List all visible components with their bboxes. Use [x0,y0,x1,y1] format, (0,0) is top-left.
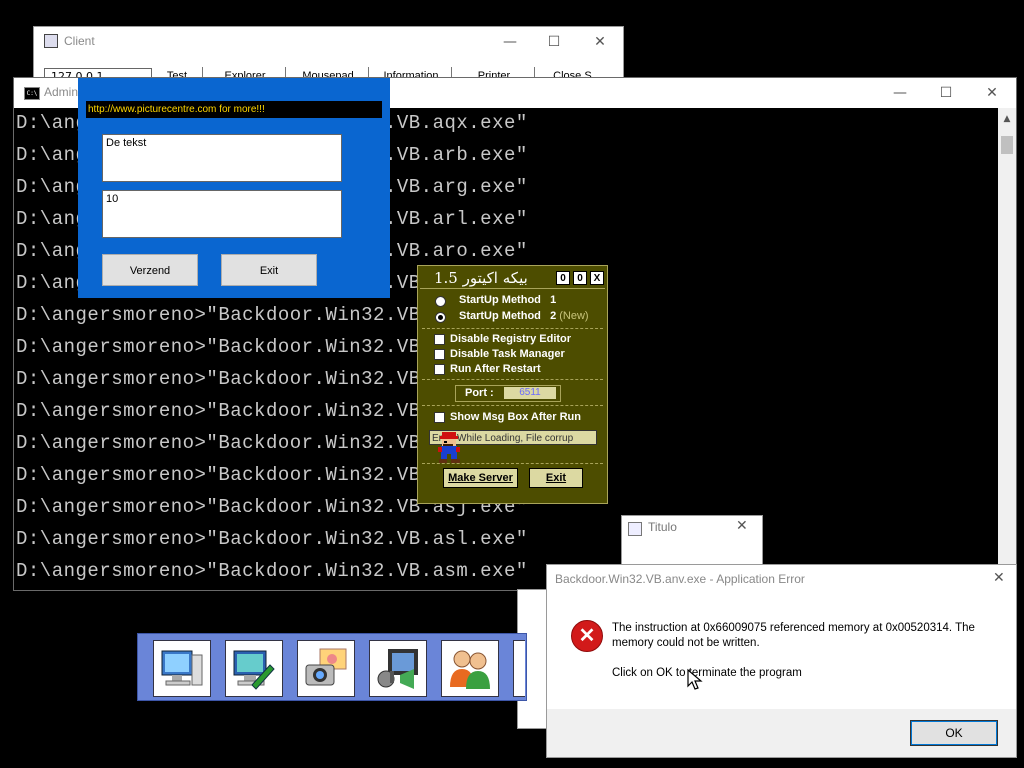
startup-method-2-radio[interactable] [435,312,446,323]
startup-method-1-label: StartUp Method 1 [459,294,557,306]
console-icon: C:\ [24,87,40,100]
port-input[interactable]: 6511 [504,387,556,399]
maximize-icon[interactable]: ☐ [926,82,966,104]
error-dialog-footer: OK [547,709,1016,757]
close-icon[interactable]: ✕ [972,82,1012,104]
partial-icon[interactable] [513,640,525,697]
maximize-icon[interactable]: ☐ [534,31,574,53]
console-line: D:\angersmoreno>"Backdoor.Win32.VB.asl.e… [16,528,528,550]
separator [422,328,603,329]
exit-button[interactable]: Exit [221,254,317,286]
maximize-icon[interactable]: 0 [573,271,587,285]
icon-toolbar [137,633,527,701]
make-server-button[interactable]: Make Server [443,468,518,488]
titulo-window: Titulo ✕ [622,516,762,564]
error-message-line2: memory could not be written. [612,637,760,649]
computer-icon[interactable] [153,640,211,697]
close-icon[interactable]: ✕ [736,518,748,534]
send-button[interactable]: Verzend [102,254,198,286]
close-icon[interactable]: ✕ [580,31,620,53]
minimize-icon[interactable]: 0 [556,271,570,285]
mario-mascot-icon [438,432,460,463]
users-icon[interactable] [441,640,499,697]
disable-taskmgr-label: Disable Task Manager [450,348,565,360]
error-message-line1: The instruction at 0x66009075 referenced… [612,622,975,634]
url-banner[interactable]: http://www.picturecentre.com for more!!! [86,101,382,118]
close-icon[interactable]: ✕ [993,570,1005,586]
minimize-icon[interactable]: — [490,31,530,53]
mouse-cursor-icon [687,668,703,690]
display-settings-icon[interactable] [225,640,283,697]
console-line: D:\angersmoreno>"Backdoor.Win32.VB.asm.e… [16,560,528,582]
client-titlebar[interactable]: Client — ☐ ✕ [34,27,623,57]
startup-method-1-radio[interactable] [435,296,446,307]
minimize-icon[interactable]: — [880,82,920,104]
builder-exit-button[interactable]: Exit [529,468,583,488]
client-app-icon [44,34,58,48]
run-after-restart-checkbox[interactable] [434,364,445,375]
close-icon[interactable]: X [590,271,604,285]
port-label: Port : [465,387,494,399]
titulo-title: Titulo [648,520,677,534]
disable-taskmgr-checkbox[interactable] [434,349,445,360]
text-input[interactable]: De tekst [102,134,342,182]
error-icon: ✕ [571,620,603,652]
disable-registry-label: Disable Registry Editor [450,333,572,345]
startup-method-2-label: StartUp Method 2 (New) [459,310,589,322]
camera-photo-icon[interactable] [297,640,355,697]
builder-titlebar[interactable]: 1.5 بيكه اكيتور 0 0 X [420,268,605,289]
error-dialog-title: Backdoor.Win32.VB.anv.exe - Application … [555,572,805,586]
console-title: Admin [44,85,79,99]
separator [422,463,603,464]
error-dialog: Backdoor.Win32.VB.anv.exe - Application … [547,565,1016,757]
number-input[interactable]: 10 [102,190,342,238]
scroll-up-icon[interactable]: ▲ [998,110,1016,128]
blue-form-window: http://www.picturecentre.com for more!!!… [78,78,390,298]
client-title: Client [64,34,95,48]
show-msgbox-checkbox[interactable] [434,412,445,423]
run-after-restart-label: Run After Restart [450,363,541,375]
server-builder-window: 1.5 بيكه اكيتور 0 0 X StartUp Method 1 S… [417,265,608,504]
console-scrollbar[interactable]: ▲ [998,108,1016,590]
port-group: Port : 6511 [455,385,561,402]
separator [422,405,603,406]
ok-button[interactable]: OK [910,720,998,746]
builder-title: 1.5 بيكه اكيتور [434,269,528,287]
disable-registry-checkbox[interactable] [434,334,445,345]
media-film-icon[interactable] [369,640,427,697]
separator [422,379,603,380]
titulo-app-icon [628,522,642,536]
show-msgbox-label: Show Msg Box After Run [450,411,581,423]
scroll-thumb[interactable] [1001,136,1013,154]
